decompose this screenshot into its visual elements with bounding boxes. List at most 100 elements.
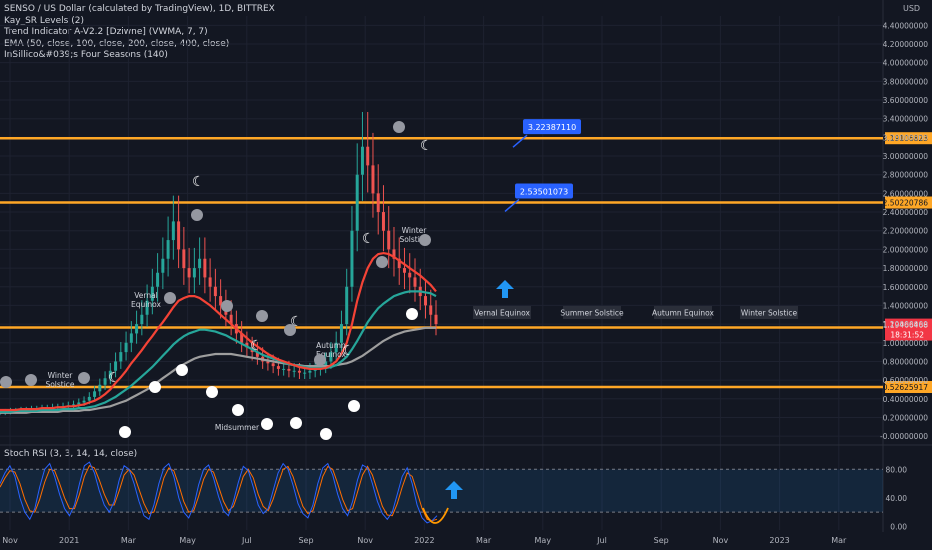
y-tick-label: 0.60000000 bbox=[883, 376, 929, 385]
candle-body bbox=[124, 342, 128, 353]
x-tick-label: Nov bbox=[2, 536, 18, 545]
up-arrow-icon bbox=[496, 280, 514, 298]
candle-body bbox=[339, 324, 343, 343]
candle-body bbox=[434, 314, 438, 325]
grey-moon-marker bbox=[0, 376, 12, 388]
crescent-moon-marker: ☾ bbox=[290, 314, 303, 330]
rsi-band bbox=[0, 468, 883, 513]
rsi-tick-label: 0.00 bbox=[890, 522, 907, 531]
history-season-label: Equinox bbox=[131, 300, 161, 309]
candle-body bbox=[381, 212, 385, 231]
candle-body bbox=[408, 272, 412, 278]
full-moon-marker bbox=[348, 400, 360, 412]
candle-body bbox=[271, 363, 275, 367]
candle-body bbox=[129, 333, 133, 343]
y-tick-label: 2.00000000 bbox=[883, 245, 929, 254]
y-tick-label: 2.60000000 bbox=[883, 189, 929, 198]
y-tick-label: 4.20000000 bbox=[883, 40, 929, 49]
candle-body bbox=[303, 372, 307, 374]
candle-body bbox=[187, 268, 191, 278]
candle-body bbox=[140, 314, 144, 325]
candle-body bbox=[98, 384, 102, 392]
x-tick-label: Mar bbox=[831, 536, 847, 545]
y-tick-label: 0.80000000 bbox=[883, 357, 929, 366]
grey-moon-marker bbox=[221, 300, 233, 312]
candle-body bbox=[276, 366, 280, 369]
x-tick-label: Nov bbox=[713, 536, 729, 545]
crescent-moon-marker: ☾ bbox=[108, 370, 121, 386]
candle-body bbox=[287, 368, 291, 371]
candle-body bbox=[171, 221, 175, 241]
full-moon-marker bbox=[206, 386, 218, 398]
rsi-tick-label: 80.00 bbox=[886, 465, 908, 474]
season-label: Winter Solstice bbox=[741, 309, 798, 318]
candle-body bbox=[213, 286, 217, 297]
y-tick-label: -0.00000000 bbox=[880, 432, 928, 441]
callout-label: 3.22387110 bbox=[528, 123, 576, 132]
candle-body bbox=[413, 277, 417, 287]
callout-pointer bbox=[504, 198, 520, 213]
history-season-label: Midsummer bbox=[215, 423, 260, 432]
candle-body bbox=[203, 258, 207, 278]
candle-body bbox=[387, 230, 391, 250]
x-tick-label: 2023 bbox=[769, 536, 789, 545]
candle-body bbox=[156, 272, 160, 287]
full-moon-marker bbox=[320, 428, 332, 440]
y-tick-label: 3.80000000 bbox=[883, 77, 929, 86]
y-tick-label: 1.00000000 bbox=[883, 339, 929, 348]
candle-body bbox=[166, 240, 170, 259]
history-season-label: Vernal bbox=[134, 291, 158, 300]
candle-body bbox=[376, 193, 380, 213]
rsi-tick-label: 40.00 bbox=[886, 494, 908, 503]
series bbox=[0, 111, 438, 524]
grey-moon-marker bbox=[256, 310, 268, 322]
annotations: 3.22387110 2.53501073 Vernal Equinox Summer… bbox=[422, 119, 798, 524]
rsi-band-fill bbox=[0, 469, 883, 513]
y-tick-label: 0.40000000 bbox=[883, 395, 929, 404]
callout-label: 2.53501073 bbox=[520, 187, 568, 196]
x-tick-label: 2022 bbox=[414, 536, 434, 545]
candle-body bbox=[282, 368, 286, 370]
candle-body bbox=[308, 370, 312, 373]
candle-body bbox=[423, 296, 427, 306]
candle-body bbox=[345, 286, 349, 325]
candle-body bbox=[177, 221, 181, 250]
grid bbox=[0, 0, 932, 532]
sr-level-label: 2.50220786 bbox=[883, 199, 929, 208]
y-tick-label: 1.80000000 bbox=[883, 264, 929, 273]
y-tick-label: 2.80000000 bbox=[883, 171, 929, 180]
x-tick-label: Sep bbox=[298, 536, 313, 545]
y-tick-label: 1.40000000 bbox=[883, 301, 929, 310]
candle-body bbox=[350, 230, 354, 287]
y-tick-label: 3.00000000 bbox=[883, 152, 929, 161]
candle-body bbox=[87, 396, 91, 401]
candle-body bbox=[371, 165, 375, 194]
crescent-moon-marker: ☾ bbox=[192, 174, 205, 190]
x-tick-label: Nov bbox=[357, 536, 373, 545]
crescent-moon-marker: ☾ bbox=[420, 138, 433, 154]
candle-body bbox=[82, 400, 86, 403]
grey-moon-marker bbox=[393, 121, 405, 133]
x-tick-label: May bbox=[535, 536, 552, 545]
grey-moon-marker bbox=[25, 374, 37, 386]
full-moon-marker bbox=[119, 426, 131, 438]
x-tick-label: Jul bbox=[596, 536, 607, 545]
candle-body bbox=[366, 146, 370, 166]
full-moon-marker bbox=[290, 417, 302, 429]
y-tick-label: 1.20000000 bbox=[883, 320, 929, 329]
y-tick-label: 3.60000000 bbox=[883, 96, 929, 105]
candle-body bbox=[297, 370, 301, 373]
season-label: Summer Solstice bbox=[560, 309, 624, 318]
grey-moon-marker bbox=[164, 292, 176, 304]
price-chart[interactable]: 3.191068232.502207861.163850560.52625917… bbox=[0, 0, 932, 550]
full-moon-marker bbox=[149, 381, 161, 393]
x-tick-label: Mar bbox=[121, 536, 137, 545]
y-tick-label: 1.60000000 bbox=[883, 283, 929, 292]
y-tick-label: 2.20000000 bbox=[883, 227, 929, 236]
x-tick-label: Sep bbox=[654, 536, 669, 545]
history-season-label: Winter bbox=[402, 226, 428, 235]
x-tick-label: 2021 bbox=[59, 536, 79, 545]
candle-body bbox=[208, 277, 212, 287]
history-season-label: Winter bbox=[48, 371, 74, 380]
candle-body bbox=[103, 378, 107, 385]
